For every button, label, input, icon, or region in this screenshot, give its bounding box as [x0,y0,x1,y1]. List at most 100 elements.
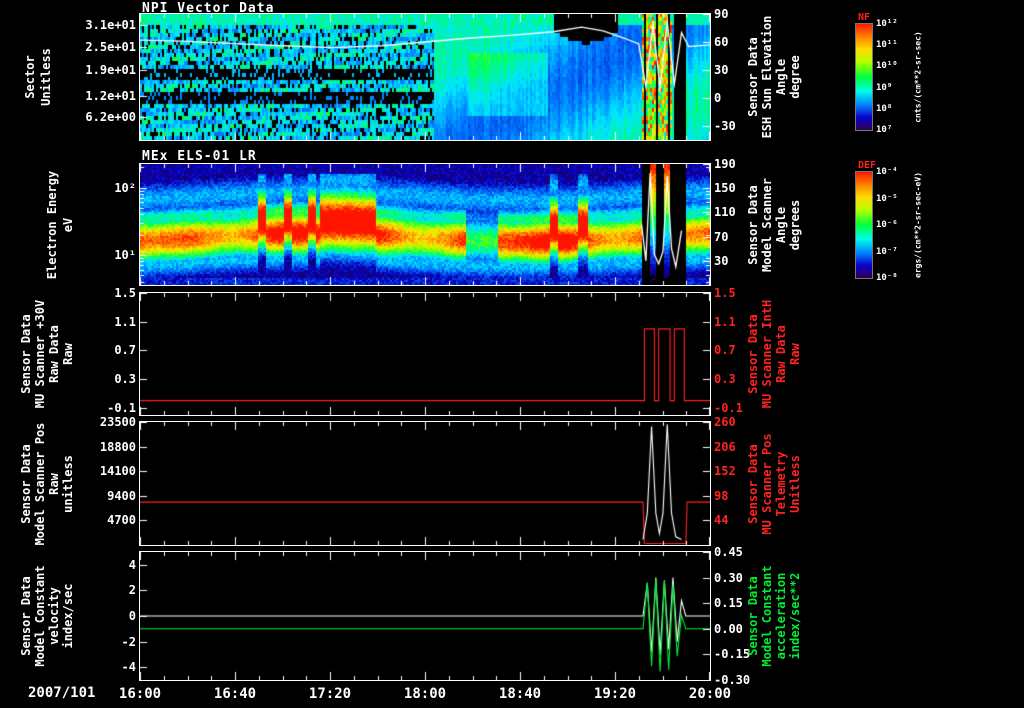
right-axis-label-line: Sensor Data [746,443,760,524]
colorbar2-name: DEF [858,160,877,171]
colorbar-tick-label: 10¹¹ [876,40,898,51]
left-axis-label-line: Sensor Data [19,576,33,656]
right-axis-label-line: Sensor Data [746,576,760,656]
right-axis-label-line: MU Scanner IntH [760,299,774,409]
right-axis-label-line: MU Scanner Pos [760,432,774,535]
ytick-label: 1.9e+01 [85,62,136,77]
ytick-label: 2.5e+01 [85,40,136,55]
colorbar1-name: NF [858,12,871,23]
colorbar1-units: cnts/(cm**2-sr-sec) [913,31,923,123]
xtick-label: 16:40 [213,686,257,702]
left-axis-label-line: Sensor Data [19,314,33,394]
ytick-label: 23500 [99,415,136,429]
right-axis-label-line: Unitless [788,454,802,513]
ytick-label: 0.7 [114,343,136,358]
ytick-label: -2 [121,634,136,649]
panel5-lineplot [139,551,711,681]
colorbar-tick-label: 10⁻⁷ [876,246,898,257]
ytick-label: 10² [114,180,136,195]
rtick-label: -0.30 [714,673,751,687]
ytick-label: 1.5 [114,286,136,300]
left-axis-label-line: Unitless [39,48,53,106]
left-axis-label-line: Raw [61,343,75,365]
panel3-canvas [140,293,710,415]
right-axis-label-line: Model Constant [760,565,774,667]
left-axis-label-line: Raw [47,472,61,495]
ytick-label: 18800 [99,439,136,454]
colorbar-tick-label: 10⁻⁵ [876,193,898,204]
ytick-label: 10¹ [114,247,136,262]
colorbar-tick-label: 10⁻⁴ [876,167,898,177]
colorbar-tick-label: 10⁷ [876,125,893,135]
panel5-canvas [140,552,710,680]
panel4-canvas [140,422,710,545]
rtick-label: 0.45 [714,545,743,559]
right-axis-label-line: Telemetry [774,450,788,517]
right-axis-label-line: ESH Sun Elevation [760,15,774,139]
panel2-title: MEx ELS-01 LR [142,149,257,164]
left-axis-label-line: eV [61,217,75,232]
right-axis-label-line: Raw [788,343,802,365]
date-label: 2007/101 [28,685,96,701]
ytick-label: -4 [121,660,136,675]
xtick-label: 20:00 [688,686,732,702]
panel1-canvas [140,14,710,140]
right-axis-label-line: Angle [774,58,788,96]
right-axis-label-line: index/sec**2 [788,572,802,660]
right-axis-label-line: Model Scanner [760,177,774,272]
right-axis-label-line: degree [788,55,802,99]
tplot-screen: NPI Vector Data MEx ELS-01 LR NF cnts/(c… [0,0,1024,708]
right-axis-label-line: acceleration [774,572,788,660]
colorbar2-gradient [855,171,873,279]
left-axis-label-line: Sector [23,55,37,99]
panel3-lineplot [139,292,711,416]
ytick-label: 4700 [107,513,136,528]
ytick-label: 2 [128,583,136,598]
xtick-label: 18:40 [498,686,542,702]
colorbar1-gradient [855,23,873,131]
right-axis-label-line: Angle [774,206,788,243]
ytick-label: 3.1e+01 [85,18,136,33]
left-axis-label-line: Sensor Data [19,443,33,524]
rtick-label: 1.5 [714,286,736,300]
right-axis-label-line: Sensor Data [746,184,760,265]
colorbar2-units: ergs/(cm**2-sr-sec-eV) [913,172,923,278]
rtick-label: 260 [714,415,736,429]
colorbar-tick-label: 10⁸ [876,103,893,114]
left-axis-label-line: velocity [47,587,61,645]
right-axis-label-line: Sensor Data [746,37,760,117]
xtick-label: 17:20 [308,686,352,702]
ytick-label: 1.2e+01 [85,88,136,103]
colorbar-tick-label: 10⁻⁸ [876,273,898,283]
right-axis-label-line: Sensor Data [746,314,760,394]
left-axis-label-line: index/sec [61,583,75,649]
panel1-spectrogram [139,13,711,141]
xtick-label: 16:00 [118,686,162,702]
ytick-label: 0 [128,609,136,623]
panel2-canvas [140,164,710,285]
ytick-label: -0.1 [107,400,136,415]
ytick-label: 4 [128,557,136,572]
xtick-label: 18:00 [403,686,447,702]
colorbar-tick-label: 10⁻⁶ [876,220,898,230]
colorbar-tick-label: 10¹⁰ [876,61,898,72]
rtick-label: 90 [714,7,729,21]
ytick-label: 1.1 [114,314,136,329]
xtick-label: 19:20 [593,686,637,702]
rtick-label: -0.1 [714,400,743,415]
colorbar-tick-label: 10⁹ [876,82,893,93]
left-axis-label-line: Model Scanner Pos [33,422,47,545]
ytick-label: 0.3 [114,372,136,387]
panel4-lineplot [139,421,711,546]
rtick-label: 190 [714,157,736,171]
rtick-label: -30 [714,119,736,133]
ytick-label: 14100 [99,464,136,479]
left-axis-label-line: Raw Data [47,325,61,383]
panel2-spectrogram [139,163,711,286]
left-axis-label-line: unitless [61,454,75,513]
right-axis-label-line: Raw Data [774,325,788,383]
right-axis-label-line: degrees [788,199,802,250]
left-axis-label-line: MU Scanner +30V [33,299,47,409]
ytick-label: 6.2e+00 [85,110,136,125]
left-axis-label-line: Electron Energy [45,170,59,279]
